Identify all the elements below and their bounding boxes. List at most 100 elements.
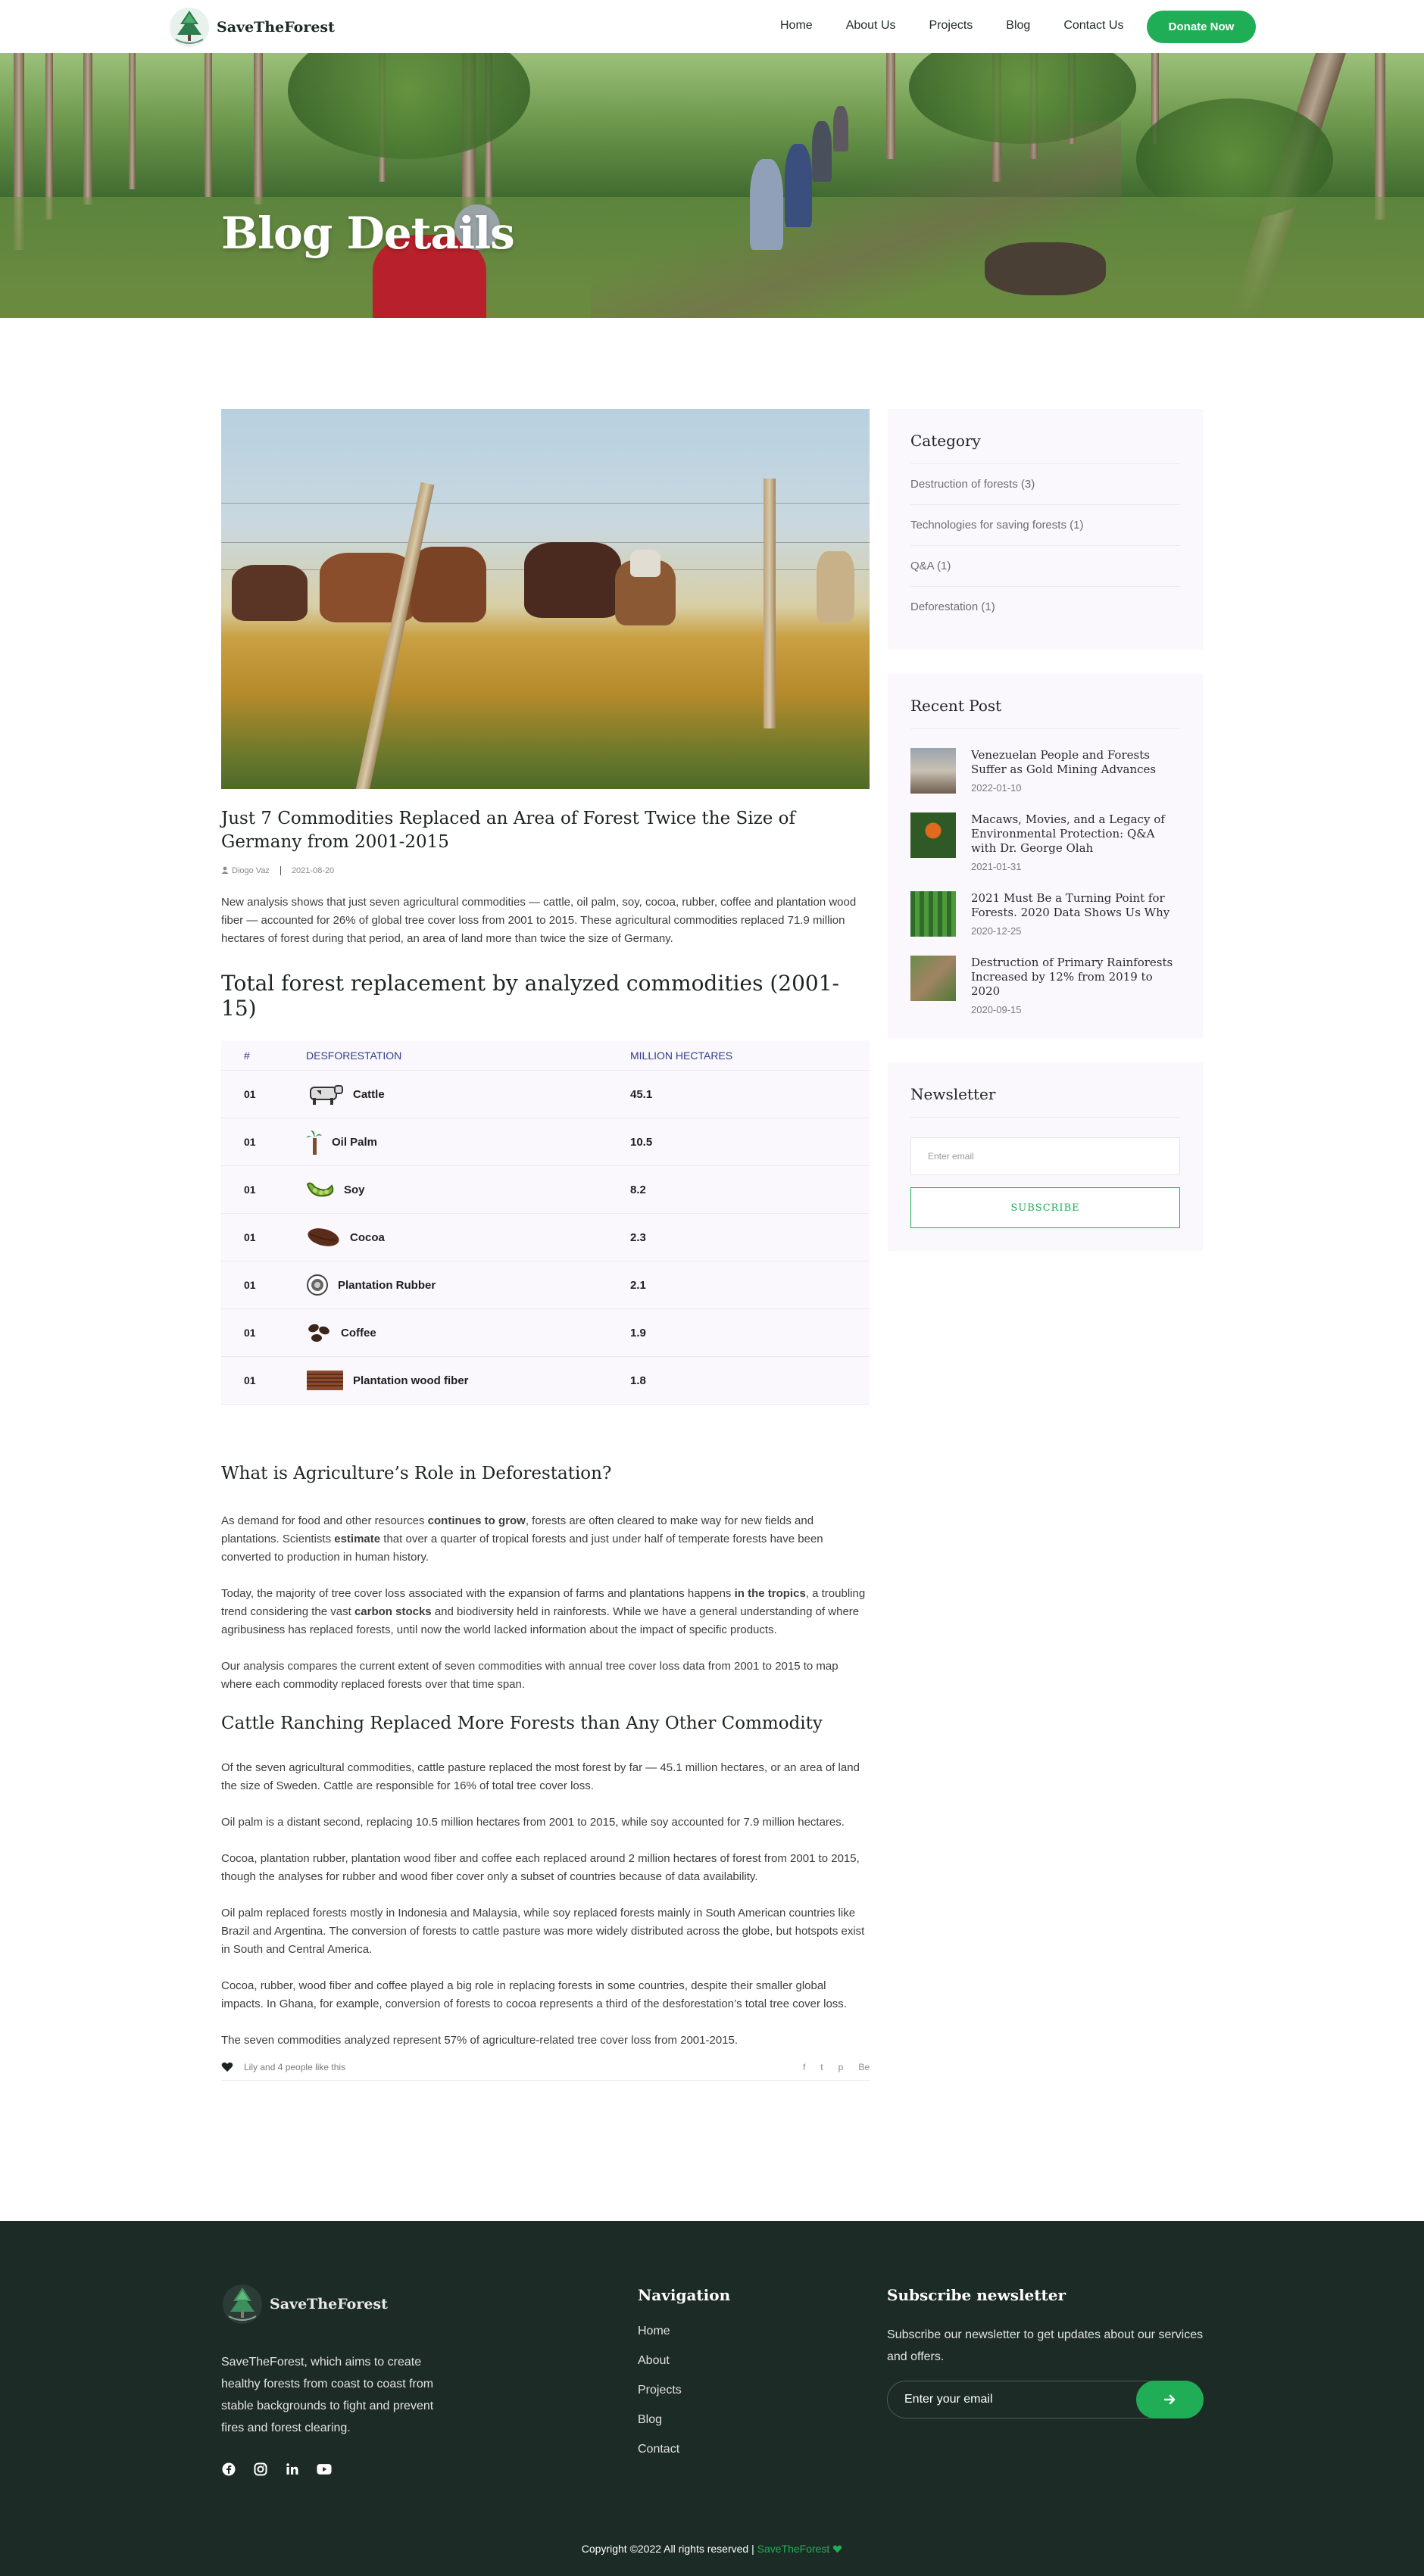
- table-title: Total forest replacement by analyzed com…: [221, 971, 839, 1021]
- hero-tree: [45, 53, 53, 220]
- row-value: 1.9: [630, 1326, 646, 1339]
- recent-post[interactable]: 2021 Must Be a Turning Point for Forests…: [910, 891, 1180, 937]
- likes-text: Lily and 4 people like this: [244, 2062, 346, 2072]
- nav-about-us[interactable]: About Us: [846, 18, 896, 33]
- meta-divider: [279, 866, 281, 875]
- recent-post[interactable]: Venezuelan People and Forests Suffer as …: [910, 748, 1180, 794]
- recent-post-thumbnail[interactable]: [910, 812, 956, 858]
- recent-post-title[interactable]: Macaws, Movies, and a Legacy of Environm…: [971, 812, 1180, 856]
- row-number: 01: [244, 1136, 256, 1148]
- fence-post: [764, 479, 776, 728]
- category-item[interactable]: Technologies for saving forests (1): [910, 505, 1180, 546]
- cow-icon: [310, 1085, 343, 1105]
- recent-post-title[interactable]: Venezuelan People and Forests Suffer as …: [971, 748, 1180, 777]
- heart-icon[interactable]: [221, 2062, 233, 2072]
- footer-nav-home[interactable]: Home: [638, 2325, 682, 2354]
- link-carbon-stocks[interactable]: carbon stocks: [354, 1605, 432, 1618]
- recent-post-thumbnail[interactable]: [910, 956, 956, 1001]
- nav-home[interactable]: Home: [780, 18, 813, 33]
- commodities-table: # Desforestation Million hectares 01 Cat…: [221, 1040, 870, 1405]
- footer-nav-projects[interactable]: Projects: [638, 2384, 682, 2413]
- instagram-icon[interactable]: [253, 2462, 268, 2477]
- header-million-hectares: Million hectares: [630, 1049, 733, 1062]
- row-commodity: Plantation Rubber: [306, 1274, 630, 1296]
- main-nav: Home About Us Projects Blog Contact Us: [780, 18, 1157, 33]
- youtube-icon[interactable]: [317, 2462, 332, 2477]
- facebook-share-icon[interactable]: f: [803, 2062, 805, 2072]
- hero-hiker: [750, 159, 783, 250]
- row-number: 01: [244, 1231, 256, 1243]
- commodity-name: Coffee: [341, 1326, 376, 1339]
- recent-post-date: 2020-12-25: [971, 925, 1022, 937]
- nav-blog[interactable]: Blog: [1006, 18, 1030, 33]
- row-commodity: Soy: [306, 1178, 630, 1201]
- cow: [817, 551, 854, 622]
- recent-post-thumbnail[interactable]: [910, 748, 956, 794]
- footer-subscribe-button[interactable]: [1136, 2381, 1204, 2419]
- pinterest-share-icon[interactable]: p: [838, 2062, 844, 2072]
- recent-post-date: 2020-09-15: [971, 1004, 1022, 1015]
- recent-post-thumbnail[interactable]: [910, 891, 956, 937]
- likes: Lily and 4 people like this: [221, 2062, 345, 2072]
- tree-logo-icon: [170, 8, 209, 47]
- paragraph: Today, the majority of tree cover loss a…: [221, 1585, 870, 1639]
- recent-post-title[interactable]: 2021 Must Be a Turning Point for Forests…: [971, 891, 1180, 920]
- row-number: 01: [244, 1279, 256, 1291]
- commodity-name: Oil Palm: [332, 1135, 378, 1149]
- sidebar: Category Destruction of forests (3) Tech…: [888, 409, 1203, 1251]
- hero-banner: Blog Details: [0, 53, 1424, 318]
- row-value: 2.3: [630, 1230, 646, 1244]
- paragraph: Our analysis compares the current extent…: [221, 1660, 838, 1691]
- hero-tree: [129, 53, 136, 189]
- table-header: # Desforestation Million hectares: [221, 1040, 870, 1071]
- category-item[interactable]: Q&A (1): [910, 546, 1180, 587]
- paragraph: Cocoa, plantation rubber, plantation woo…: [221, 1852, 860, 1883]
- commodity-name: Plantation wood fiber: [353, 1374, 469, 1387]
- copyright-brand-link[interactable]: SaveTheForest: [757, 2543, 830, 2555]
- category-item[interactable]: Deforestation (1): [910, 587, 1180, 627]
- row-number: 01: [244, 1184, 256, 1196]
- footer-nav-contact[interactable]: Contact: [638, 2443, 682, 2472]
- newsletter-email-input[interactable]: Enter email: [910, 1137, 1180, 1175]
- post-meta: Diogo Vaz 2021-08-20: [221, 866, 870, 875]
- row-value: 8.2: [630, 1183, 646, 1196]
- subscribe-button[interactable]: SUBSCRIBE: [910, 1187, 1180, 1228]
- page-title: Blog Details: [221, 207, 515, 259]
- category-item[interactable]: Destruction of forests (3): [910, 464, 1180, 505]
- post-title: Just 7 Commodities Replaced an Area of F…: [221, 809, 796, 852]
- article-image-cattle: [221, 409, 870, 789]
- row-commodity: Plantation wood fiber: [306, 1370, 630, 1391]
- section-heading-cattle: Cattle Ranching Replaced More Forests th…: [221, 1714, 823, 1733]
- linkedin-icon[interactable]: [285, 2462, 300, 2477]
- behance-share-icon[interactable]: Be: [858, 2062, 870, 2072]
- donate-button[interactable]: Donate Now: [1147, 11, 1256, 43]
- facebook-icon[interactable]: [221, 2462, 236, 2477]
- recent-post-info: Venezuelan People and Forests Suffer as …: [971, 748, 1180, 794]
- hero-tree: [1375, 53, 1385, 220]
- header-number: #: [244, 1049, 250, 1062]
- link-continues-to-grow[interactable]: continues to grow: [428, 1514, 526, 1527]
- footer-nav-blog[interactable]: Blog: [638, 2413, 682, 2443]
- link-estimate[interactable]: estimate: [334, 1533, 380, 1545]
- link-in-the-tropics[interactable]: in the tropics: [735, 1587, 806, 1600]
- hero-hiker: [833, 106, 848, 151]
- post-intro: New analysis shows that just seven agric…: [221, 896, 857, 945]
- footer-logo[interactable]: SaveTheForest: [221, 2283, 388, 2325]
- recent-post-info: Macaws, Movies, and a Legacy of Environm…: [971, 812, 1180, 872]
- site-logo[interactable]: SaveTheForest: [168, 6, 335, 48]
- row-value: 1.8: [630, 1374, 646, 1387]
- main-section: Just 7 Commodities Replaced an Area of F…: [0, 318, 1424, 2221]
- recent-post[interactable]: Macaws, Movies, and a Legacy of Environm…: [910, 812, 1180, 872]
- recent-post-title[interactable]: Destruction of Primary Rainforests Incre…: [971, 956, 1180, 999]
- footer-nav-about[interactable]: About: [638, 2354, 682, 2384]
- wood-fiber-icon: [307, 1371, 343, 1390]
- twitter-share-icon[interactable]: t: [820, 2062, 823, 2072]
- nav-contact-us[interactable]: Contact Us: [1063, 18, 1123, 33]
- recent-post[interactable]: Destruction of Primary Rainforests Incre…: [910, 956, 1180, 1015]
- newsletter-title: Newsletter: [910, 1085, 1180, 1118]
- author[interactable]: Diogo Vaz: [221, 866, 270, 875]
- recent-post-title: Recent Post: [910, 697, 1180, 729]
- table-row: 01 Plantation Rubber 2.1: [221, 1261, 870, 1309]
- paragraph: Of the seven agricultural commodities, c…: [221, 1761, 860, 1792]
- nav-projects[interactable]: Projects: [929, 18, 973, 33]
